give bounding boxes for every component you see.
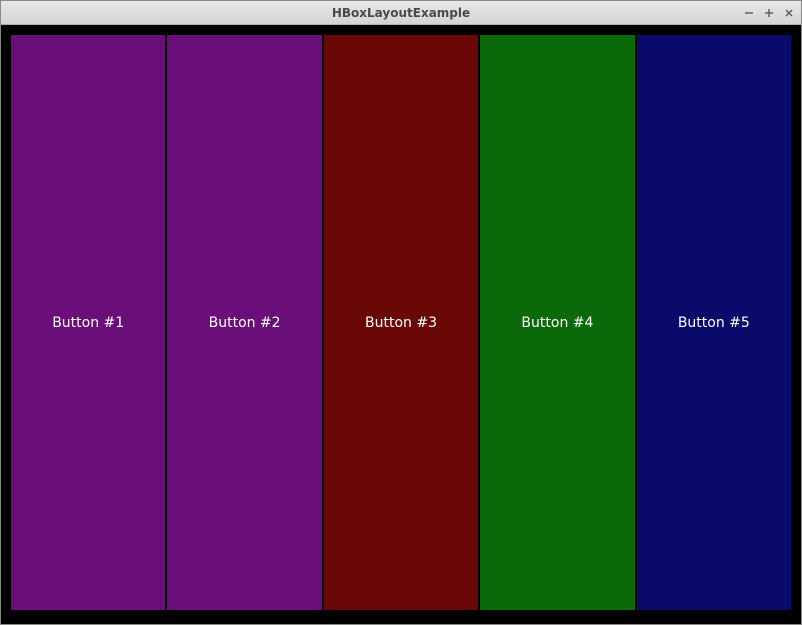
button-3[interactable]: Button #3 <box>324 35 478 610</box>
window-controls <box>743 1 795 25</box>
maximize-icon[interactable] <box>763 7 775 19</box>
close-icon[interactable] <box>783 7 795 19</box>
button-2[interactable]: Button #2 <box>167 35 321 610</box>
titlebar: HBoxLayoutExample <box>1 1 801 25</box>
button-1[interactable]: Button #1 <box>11 35 165 610</box>
button-4[interactable]: Button #4 <box>480 35 634 610</box>
client-area: Button #1 Button #2 Button #3 Button #4 … <box>1 25 801 624</box>
app-window: HBoxLayoutExample Button #1 Button #2 Bu… <box>0 0 802 625</box>
button-5[interactable]: Button #5 <box>637 35 791 610</box>
minimize-icon[interactable] <box>743 7 755 19</box>
window-title: HBoxLayoutExample <box>1 6 801 20</box>
